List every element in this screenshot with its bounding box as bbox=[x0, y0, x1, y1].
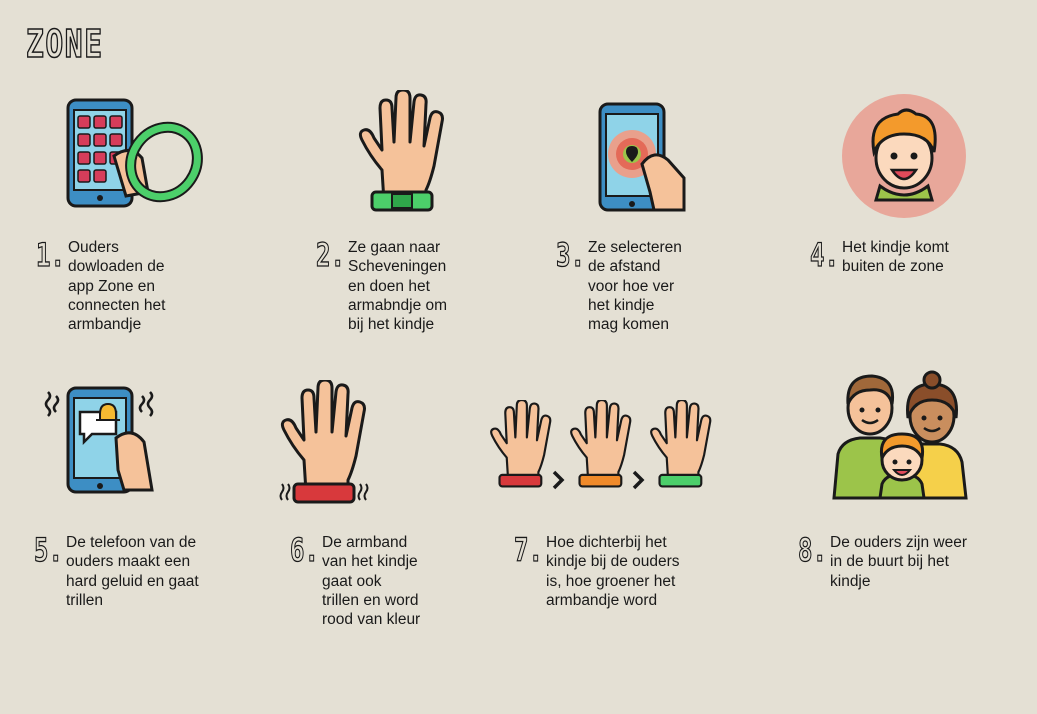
step-text: De armband van het kindje gaat ook trill… bbox=[322, 534, 421, 629]
step-2: 2. Ze gaan naar Scheveningen en doen het… bbox=[316, 236, 448, 334]
hands-color-progression-icon bbox=[490, 400, 712, 490]
phone-notification-icon bbox=[44, 386, 154, 494]
step-text: De telefoon van de ouders maakt een hard… bbox=[66, 534, 199, 609]
step-5: 5. De telefoon van de ouders maakt een h… bbox=[34, 531, 199, 610]
phone-location-icon bbox=[598, 102, 686, 212]
step-text: Hoe dichterbij het kindje bij de ouders … bbox=[546, 534, 680, 609]
step-number: 3. bbox=[556, 236, 586, 274]
step-number: 5. bbox=[34, 531, 64, 569]
step-number: 6. bbox=[290, 531, 320, 569]
step-3: 3. Ze selecteren de afstand voor hoe ver… bbox=[556, 236, 682, 334]
phone-with-bracelet-icon bbox=[66, 98, 203, 208]
step-number: 8. bbox=[798, 531, 828, 569]
step-4: 4. Het kindje komt buiten de zone bbox=[810, 236, 949, 277]
step-text: Ouders dowloaden de app Zone en connecte… bbox=[68, 239, 166, 334]
step-number: 1. bbox=[36, 236, 66, 274]
step-text: Ze selecteren de afstand voor hoe ver he… bbox=[588, 239, 682, 334]
step-text: De ouders zijn weer in de buurt bij het … bbox=[830, 534, 967, 590]
step-7: 7. Hoe dichterbij het kindje bij de oude… bbox=[514, 531, 680, 610]
family-icon bbox=[832, 370, 968, 500]
step-8: 8. De ouders zijn weer in de buurt bij h… bbox=[798, 531, 967, 591]
step-text: Het kindje komt buiten de zone bbox=[842, 239, 949, 276]
step-number: 7. bbox=[514, 531, 544, 569]
step-number: 4. bbox=[810, 236, 840, 274]
step-text: Ze gaan naar Scheveningen en doen het ar… bbox=[348, 239, 448, 334]
step-1: 1. Ouders dowloaden de app Zone en conne… bbox=[36, 236, 166, 334]
step-number: 2. bbox=[316, 236, 346, 274]
page-title: ZONE bbox=[25, 21, 104, 67]
child-face-icon bbox=[842, 94, 966, 218]
step-6: 6. De armband van het kindje gaat ook tr… bbox=[290, 531, 421, 629]
hand-with-green-bracelet-icon bbox=[358, 90, 444, 212]
hand-with-red-bracelet-icon bbox=[279, 380, 369, 504]
